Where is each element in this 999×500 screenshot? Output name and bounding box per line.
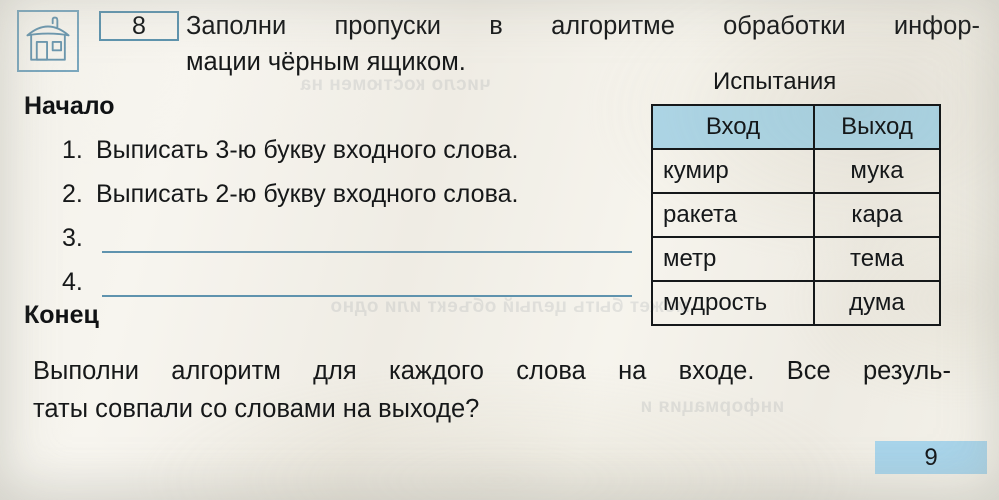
cell-output: кара	[812, 192, 942, 238]
table-row: метр тема	[651, 236, 942, 282]
cell-input: метр	[651, 236, 815, 282]
algorithm-steps: 1. Выписать 3-ю букву входного слова. 2.…	[62, 136, 632, 312]
algorithm-step: 3.	[62, 224, 632, 268]
closing-line-1: Выполни алгоритм для каждого слова на вх…	[33, 357, 951, 385]
step-number: 4.	[62, 268, 83, 296]
algorithm-start-label: Начало	[24, 92, 115, 120]
task-prompt-line-1: Заполни пропуски в алгоритме обработки и…	[186, 12, 980, 40]
step-number: 2.	[62, 180, 83, 208]
cell-output: тема	[812, 236, 942, 282]
task-number-box: 8	[99, 11, 179, 41]
algorithm-step: 2. Выписать 2-ю букву входного слова.	[62, 180, 632, 224]
column-header-output: Выход	[812, 104, 942, 150]
cell-input: мудрость	[651, 280, 815, 326]
house-icon	[17, 10, 79, 72]
algorithm-step: 1. Выписать 3-ю букву входного слова.	[62, 136, 632, 180]
page-number: 9	[875, 441, 987, 474]
step-text: Выписать 2-ю букву входного слова.	[96, 180, 519, 208]
task-number: 8	[132, 11, 146, 40]
cell-output: мука	[812, 148, 942, 194]
algorithm-end-label: Конец	[24, 301, 99, 329]
step-number: 3.	[62, 224, 83, 252]
table-row: мудрость дума	[651, 280, 942, 326]
step-answer-blank-4[interactable]	[102, 295, 632, 297]
step-answer-blank-3[interactable]	[102, 251, 632, 253]
cell-input: ракета	[651, 192, 815, 238]
tests-table: Вход Выход кумир мука ракета кара метр т…	[651, 104, 942, 326]
table-header-row: Вход Выход	[651, 104, 942, 150]
step-number: 1.	[62, 136, 83, 164]
task-prompt-line-2: мации чёрным ящиком.	[186, 48, 466, 76]
tests-table-title: Испытания	[713, 68, 837, 95]
cell-output: дума	[812, 280, 942, 326]
task-prompt: Заполни пропуски в алгоритме обработки и…	[186, 8, 986, 80]
column-header-input: Вход	[651, 104, 815, 150]
algorithm-step: 4.	[62, 268, 632, 312]
page-number-value: 9	[924, 443, 938, 471]
closing-question: Выполни алгоритм для каждого слова на вх…	[33, 352, 953, 428]
table-row: ракета кара	[651, 192, 942, 238]
closing-line-2: таты совпали со словами на выходе?	[33, 395, 480, 423]
cell-input: кумир	[651, 148, 815, 194]
workbook-page: число костюмен на может быть целый объек…	[0, 0, 999, 500]
table-row: кумир мука	[651, 148, 942, 194]
step-text: Выписать 3-ю букву входного слова.	[96, 136, 519, 164]
